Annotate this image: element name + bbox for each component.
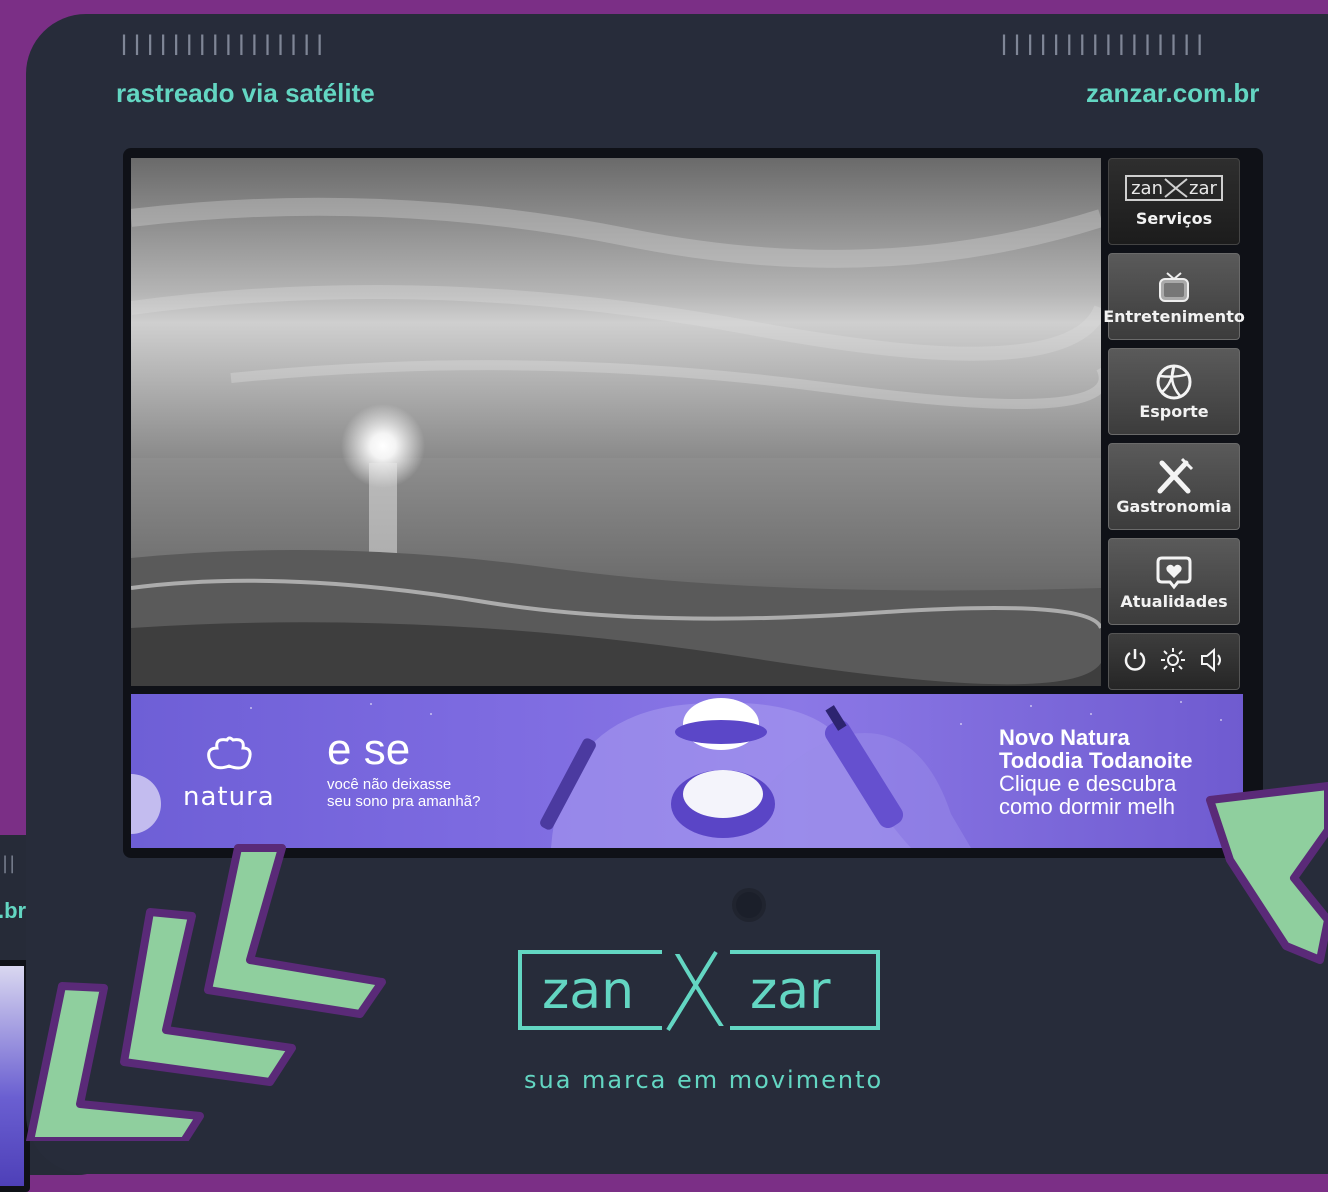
tv-icon	[1154, 267, 1194, 307]
controls-bar	[1108, 633, 1240, 690]
natura-flower-icon	[207, 736, 252, 770]
volleyball-icon	[1154, 362, 1194, 402]
menu-label: Serviços	[1135, 209, 1213, 228]
logo-text-zar: zar	[750, 961, 831, 1021]
menu-label: Atualidades	[1120, 592, 1228, 611]
menu-gastronomia[interactable]: Gastronomia	[1108, 443, 1240, 530]
brightness-icon[interactable]	[1159, 646, 1187, 678]
product-jar	[671, 698, 775, 838]
heart-bubble-icon	[1154, 552, 1194, 592]
tracking-tagline: rastreado via satélite	[116, 78, 375, 108]
speaker-grille-left: ||||||||||||||||	[118, 31, 327, 55]
product-pencil	[540, 738, 596, 830]
subtitle-line-1: você não deixasse	[327, 776, 452, 793]
menu-servicos[interactable]: zan zar Serviços	[1108, 158, 1240, 245]
beach-sunset-image	[131, 158, 1101, 686]
volume-icon[interactable]	[1198, 646, 1226, 678]
zanzar-logo-icon: zan zar	[1125, 175, 1223, 201]
video-player[interactable]	[131, 158, 1101, 686]
logo-text-right: zar	[1189, 177, 1217, 199]
subtitle-line-2: seu sono pra amanhã?	[327, 793, 481, 810]
menu-esporte[interactable]: Esporte	[1108, 348, 1240, 435]
menu-atualidades[interactable]: Atualidades	[1108, 538, 1240, 625]
side-menu: zan zar Serviços Entretenimento Esporte	[1103, 158, 1245, 690]
menu-label: Entretenimento	[1103, 307, 1245, 326]
device-url: .br	[0, 898, 27, 923]
natura-logo: natura	[183, 736, 275, 812]
banner-subtitle: você não deixasse seu sono pra amanhã?	[327, 776, 480, 810]
fork-knife-icon	[1152, 457, 1196, 497]
camera	[736, 892, 762, 918]
banner-promo: Novo Natura Tododia Todanoite Clique e d…	[999, 726, 1193, 818]
product-spray	[824, 705, 904, 828]
menu-label: Esporte	[1139, 402, 1209, 421]
promo-line-2: como dormir melh	[999, 794, 1176, 819]
promo-line-1: Clique e descubra	[999, 771, 1177, 796]
website-url: zanzar.com.br	[1086, 78, 1260, 108]
screen: zan zar Serviços Entretenimento Esporte	[123, 148, 1263, 858]
promo-title-2: Tododia Todanoite	[999, 748, 1193, 773]
zanzar-logo: zan zar	[518, 950, 880, 1032]
logo-text-left: zan	[1131, 177, 1163, 199]
speaker-grille: ||	[2, 853, 17, 874]
promo-title-1: Novo Natura	[999, 725, 1130, 750]
natura-brand: natura	[183, 782, 275, 812]
banner-headline: e se	[327, 725, 411, 774]
power-icon[interactable]	[1122, 647, 1148, 677]
menu-label: Gastronomia	[1116, 497, 1232, 516]
speaker-grille-right: ||||||||||||||||	[998, 31, 1207, 55]
natura-ad-banner[interactable]: natura e se você não deixasse seu sono p…	[131, 694, 1243, 848]
logo-text-zan: zan	[542, 961, 634, 1021]
main-device: |||||||||||||||| |||||||||||||||| rastre…	[26, 14, 1328, 1174]
menu-entretenimento[interactable]: Entretenimento	[1103, 253, 1245, 340]
brand-tagline: sua marca em movimento	[524, 1066, 884, 1094]
